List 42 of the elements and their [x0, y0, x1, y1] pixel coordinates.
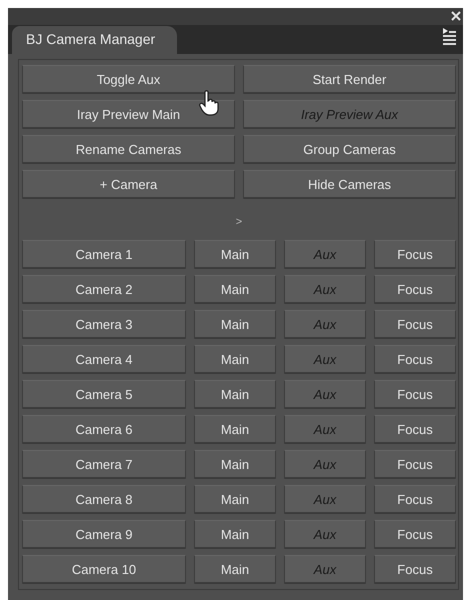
- action-button[interactable]: Group Cameras: [243, 135, 456, 163]
- focus-button[interactable]: Focus: [374, 275, 456, 303]
- main-button[interactable]: Main: [194, 310, 276, 338]
- hand-cursor-icon: [199, 90, 221, 116]
- camera-button[interactable]: Camera 6: [22, 415, 186, 443]
- focus-button[interactable]: Focus: [374, 345, 456, 373]
- camera-button[interactable]: Camera 8: [22, 485, 186, 513]
- camera-button[interactable]: Camera 10: [22, 555, 186, 583]
- menu-icon[interactable]: [441, 27, 457, 46]
- focus-button[interactable]: Focus: [374, 310, 456, 338]
- action-button[interactable]: Rename Cameras: [22, 135, 235, 163]
- panel-tab[interactable]: BJ Camera Manager: [12, 26, 177, 54]
- focus-button[interactable]: Focus: [374, 380, 456, 408]
- focus-button[interactable]: Focus: [374, 520, 456, 548]
- focus-button[interactable]: Focus: [374, 450, 456, 478]
- close-icon[interactable]: [451, 11, 461, 21]
- camera-button[interactable]: Camera 9: [22, 520, 186, 548]
- action-button[interactable]: Iray Preview Main: [22, 100, 235, 128]
- expand-toggle[interactable]: >: [236, 216, 242, 228]
- action-button[interactable]: Start Render: [243, 65, 456, 93]
- main-button[interactable]: Main: [194, 520, 276, 548]
- main-button[interactable]: Main: [194, 275, 276, 303]
- camera-button[interactable]: Camera 1: [22, 240, 186, 268]
- main-button[interactable]: Main: [194, 345, 276, 373]
- main-button[interactable]: Main: [194, 450, 276, 478]
- camera-button[interactable]: Camera 7: [22, 450, 186, 478]
- main-button[interactable]: Main: [194, 240, 276, 268]
- main-button[interactable]: Main: [194, 555, 276, 583]
- main-button[interactable]: Main: [194, 415, 276, 443]
- main-button[interactable]: Main: [194, 380, 276, 408]
- focus-button[interactable]: Focus: [374, 240, 456, 268]
- focus-button[interactable]: Focus: [374, 555, 456, 583]
- focus-button[interactable]: Focus: [374, 415, 456, 443]
- main-button[interactable]: Main: [194, 485, 276, 513]
- action-button[interactable]: + Camera: [22, 170, 235, 198]
- camera-button[interactable]: Camera 5: [22, 380, 186, 408]
- camera-button[interactable]: Camera 3: [22, 310, 186, 338]
- camera-button[interactable]: Camera 4: [22, 345, 186, 373]
- focus-button[interactable]: Focus: [374, 485, 456, 513]
- camera-button[interactable]: Camera 2: [22, 275, 186, 303]
- action-button[interactable]: Toggle Aux: [22, 65, 235, 93]
- action-button[interactable]: Hide Cameras: [243, 170, 456, 198]
